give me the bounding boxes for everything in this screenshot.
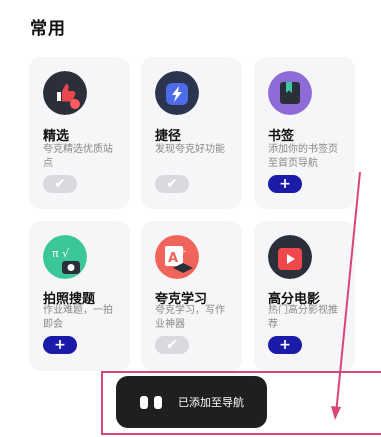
annotation-overlay <box>101 171 381 435</box>
annotation-arrow <box>335 171 361 415</box>
arrow-head <box>331 406 341 420</box>
